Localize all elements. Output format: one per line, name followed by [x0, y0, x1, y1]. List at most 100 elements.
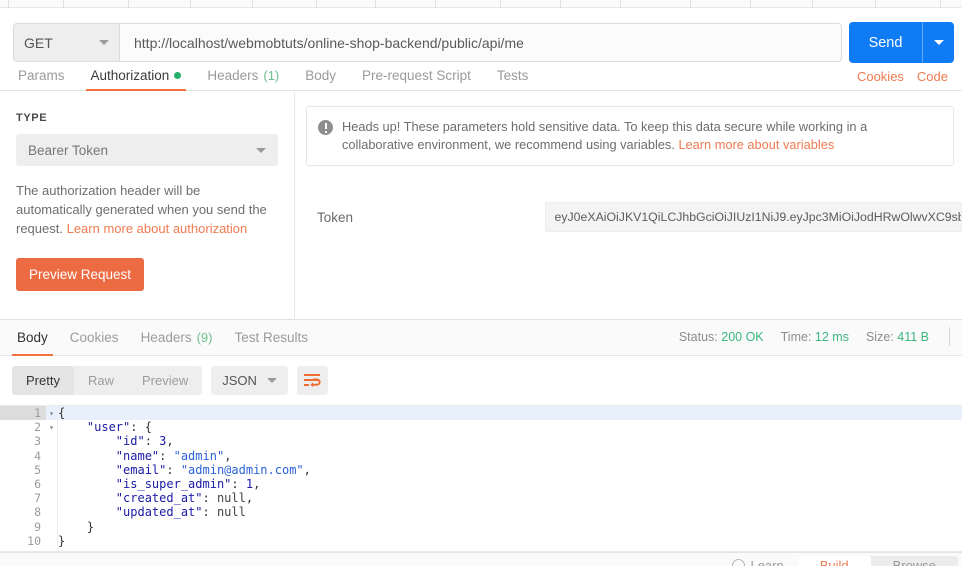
code-token: "name" — [115, 448, 160, 463]
divider — [949, 327, 950, 346]
response-tab-body[interactable]: Body — [6, 319, 59, 356]
chevron-down-icon — [99, 40, 109, 45]
code-token: "email" — [115, 462, 167, 477]
word-wrap-icon — [303, 374, 321, 388]
tab-divider — [316, 0, 317, 8]
request-tab-body[interactable]: Body — [292, 61, 349, 90]
code-line-text: } — [46, 534, 65, 548]
code-token: : — [166, 462, 181, 477]
fold-toggle-icon[interactable]: ▾ — [47, 423, 56, 432]
footer-actions: Learn Build Browse — [732, 556, 958, 566]
code-token: "updated_at" — [115, 505, 203, 520]
response-tab-label: Headers — [140, 329, 192, 345]
code-line-text: "created_at": null, — [46, 491, 253, 505]
size-label: Size: — [865, 329, 894, 344]
chevron-down-icon — [933, 40, 944, 45]
code-token: "admin" — [173, 448, 225, 463]
auth-learn-more-link[interactable]: Learn more about authorization — [67, 221, 248, 236]
code-token: 1 — [245, 477, 254, 492]
variables-learn-more-link[interactable]: Learn more about variables — [678, 137, 834, 152]
time-label: Time: — [780, 329, 812, 344]
request-tab-tests[interactable]: Tests — [484, 61, 542, 90]
code-line: 7 "created_at": null, — [0, 491, 962, 505]
fold-toggle-icon[interactable]: ▾ — [47, 409, 56, 418]
code-token: } — [86, 519, 95, 534]
view-mode-raw[interactable]: Raw — [74, 366, 128, 395]
code-token: : — [231, 477, 246, 492]
line-number: 5 — [34, 462, 41, 477]
code-token: "id" — [115, 434, 145, 449]
browse-mode-button[interactable]: Browse — [871, 556, 958, 566]
code-line: 5 "email": "admin@admin.com", — [0, 463, 962, 477]
request-tab-params[interactable]: Params — [5, 61, 78, 90]
tab-divider — [620, 0, 621, 8]
build-mode-button[interactable]: Build — [797, 556, 871, 566]
collection-tab-strip[interactable] — [0, 0, 962, 8]
tab-divider — [128, 0, 129, 8]
send-button[interactable]: Send — [849, 22, 954, 63]
request-url-value: http://localhost/webmobtuts/online-shop-… — [134, 34, 524, 51]
send-options-button[interactable] — [922, 22, 954, 63]
size-label-group: Size: 411 B — [866, 330, 929, 344]
request-tab-label: Tests — [496, 68, 529, 83]
response-format-toolbar: Pretty Raw Preview JSON — [0, 356, 962, 405]
response-body-code-viewer[interactable]: 1 ▾{2 ▾ "user": {3 "id": 3, 4 "name": "admi… — [0, 405, 962, 552]
tab-divider — [750, 0, 751, 8]
authorization-type-column: TYPE Bearer Token The authorization head… — [0, 92, 295, 318]
code-line: 10} — [0, 534, 962, 548]
request-tab-label: Pre-request Script — [362, 68, 471, 83]
code-link[interactable]: Code — [917, 69, 948, 84]
line-number: 7 — [34, 491, 41, 506]
response-tab-headers[interactable]: Headers (9) — [130, 319, 224, 355]
response-format-select[interactable]: JSON — [211, 366, 288, 395]
line-number: 3 — [34, 434, 41, 449]
time-value: 12 ms — [814, 329, 849, 344]
code-line-text: } — [46, 520, 94, 534]
line-number: 10 — [27, 533, 41, 548]
cookies-link[interactable]: Cookies — [857, 69, 904, 84]
view-mode-preview[interactable]: Preview — [128, 366, 202, 395]
learn-button[interactable]: Learn — [732, 558, 784, 566]
status-label: Status: — [678, 329, 718, 344]
request-tab-pre-request-script[interactable]: Pre-request Script — [349, 61, 484, 90]
http-method-value: GET — [24, 34, 53, 51]
auth-type-select[interactable]: Bearer Token — [16, 134, 278, 166]
code-token: , — [166, 434, 174, 449]
response-tab-cookies[interactable]: Cookies — [59, 319, 130, 355]
learn-label: Learn — [750, 558, 784, 566]
word-wrap-toggle[interactable] — [296, 366, 328, 395]
tab-divider — [8, 0, 9, 8]
http-method-select[interactable]: GET — [13, 23, 119, 62]
view-mode-segmented-control: Pretty Raw Preview — [12, 366, 203, 395]
response-tab-label: Cookies — [69, 329, 119, 345]
mode-segmented-control: Build Browse — [797, 556, 958, 566]
warning-icon — [318, 120, 333, 135]
code-line-text: "is_super_admin": 1, — [46, 477, 261, 492]
code-token: "admin@admin.com" — [180, 462, 304, 477]
response-tab-test-results[interactable]: Test Results — [223, 319, 319, 355]
request-url-input[interactable]: http://localhost/webmobtuts/online-shop-… — [119, 23, 842, 62]
view-mode-pretty[interactable]: Pretty — [12, 366, 74, 395]
tab-divider — [435, 0, 436, 8]
code-line: 8 "updated_at": null — [0, 505, 962, 519]
code-line-text: "name": "admin", — [46, 448, 232, 463]
request-tab-label: Headers — [207, 68, 259, 83]
code-line: 2 ▾ "user": { — [0, 420, 962, 434]
code-token: null — [216, 491, 246, 506]
code-token: : — [159, 448, 174, 463]
status-label-group: Status: 200 OK — [679, 330, 764, 344]
tab-divider — [812, 0, 813, 8]
request-tab-headers[interactable]: Headers (1) — [194, 61, 292, 90]
code-token: : — [202, 491, 217, 506]
token-input[interactable]: eyJ0eXAiOiJKV1QiLCJhbGciOiJIUzI1NiJ9.eyJ… — [544, 202, 962, 232]
tab-divider — [190, 0, 191, 8]
preview-request-button[interactable]: Preview Request — [16, 258, 145, 291]
tab-divider — [690, 0, 691, 8]
status-value: 200 OK — [721, 329, 764, 344]
request-tab-authorization[interactable]: Authorization — [78, 61, 195, 91]
response-status-group: Status: 200 OK Time: 12 ms Size: 411 B — [679, 327, 962, 355]
size-value: 411 B — [897, 329, 929, 344]
sensitive-data-notice: Heads up! These parameters hold sensitiv… — [306, 106, 954, 166]
line-number: 8 — [34, 505, 41, 520]
authorization-detail-column: Heads up! These parameters hold sensitiv… — [296, 92, 962, 318]
